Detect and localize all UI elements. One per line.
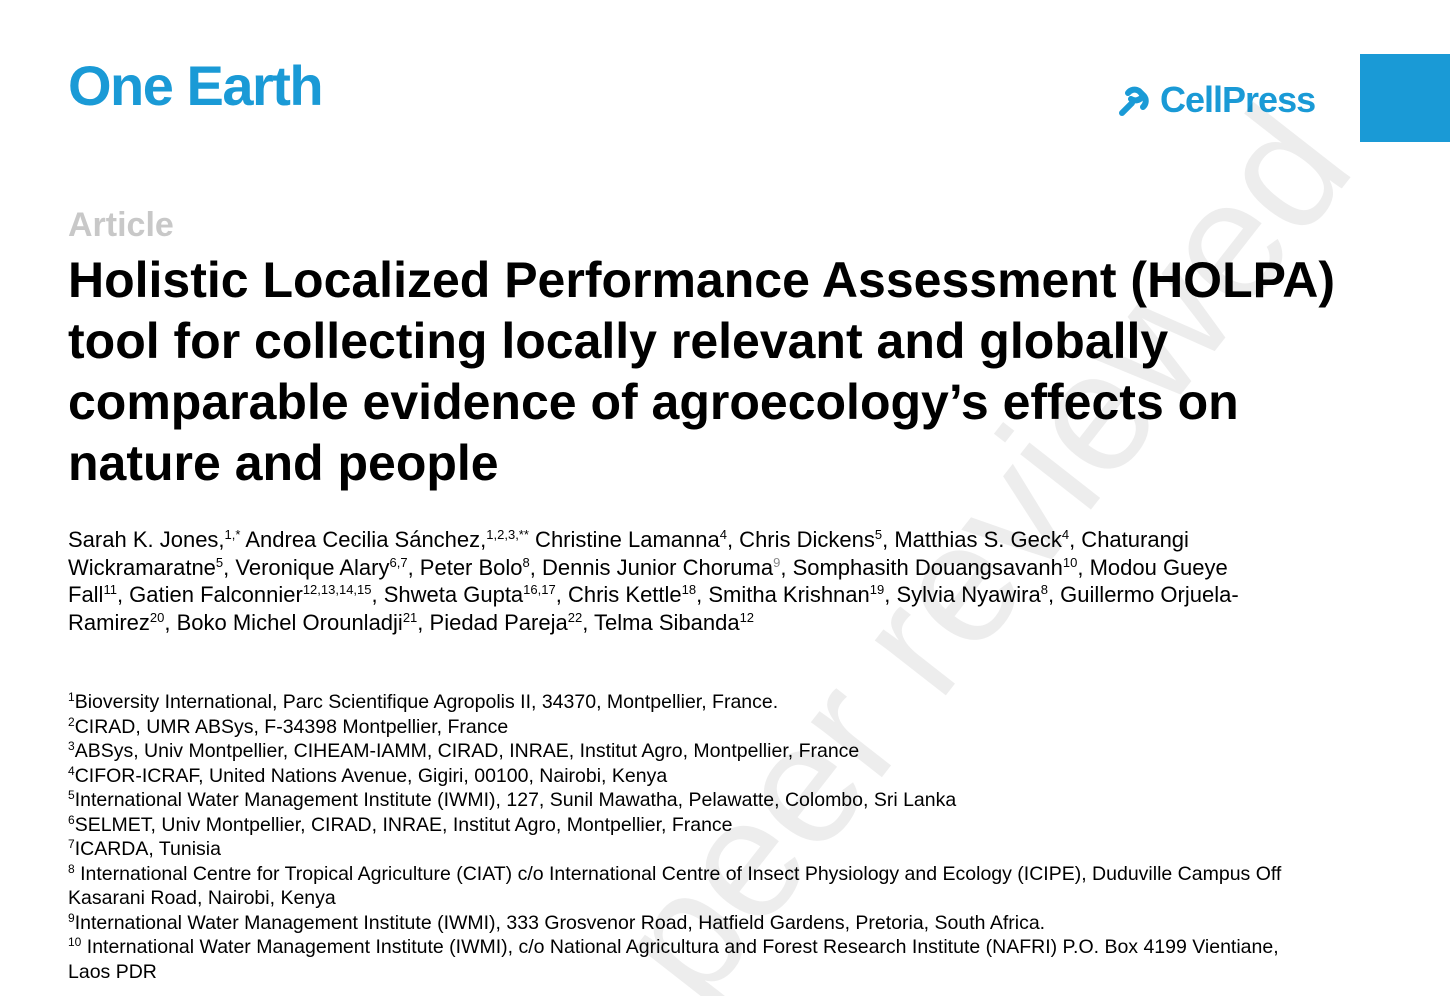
author-name: , Sylvia Nyawira (884, 582, 1041, 607)
affiliation-text: CIFOR-ICRAF, United Nations Avenue, Gigi… (74, 764, 668, 787)
author-affiliation-ref: 12 (739, 609, 755, 625)
affiliation-text: International Water Management Institute… (68, 936, 1279, 983)
author-affiliation-ref: 22 (567, 609, 583, 625)
affiliation-list: 1Bioversity International, Parc Scientif… (68, 690, 1308, 984)
affiliation-text: International Water Management Institute… (74, 911, 1046, 934)
author-affiliation-ref: 11 (103, 582, 117, 597)
affiliation-item: 3ABSys, Univ Montpellier, CIHEAM-IAMM, C… (68, 739, 1308, 764)
author-affiliation-ref: 4 (1061, 527, 1070, 542)
corner-accent-block (1360, 54, 1450, 142)
author-name: , Gatien Falconnier (116, 582, 303, 607)
author-name: , Piedad Pareja (417, 609, 568, 635)
author-name: , Shweta Gupta (371, 582, 524, 607)
publisher-name: CellPress (1160, 79, 1316, 120)
affiliation-text: ICARDA, Tunisia (74, 838, 221, 860)
author-affiliation-ref: 12,13,14,15 (302, 582, 372, 597)
affiliation-number: 9 (68, 910, 75, 925)
author-name: , Chris Kettle (555, 582, 682, 607)
affiliation-text: ABSys, Univ Montpellier, CIHEAM-IAMM, CI… (74, 740, 860, 762)
author-affiliation-ref: 1,* (224, 527, 241, 542)
author-affiliation-ref: 16,17 (523, 582, 556, 597)
affiliation-item: 1Bioversity International, Parc Scientif… (68, 690, 1308, 715)
author-list: Sarah K. Jones,1,* Andrea Cecilia Sánche… (68, 526, 1268, 636)
author-name: , Dennis Junior Choruma (529, 554, 774, 580)
affiliation-number: 5 (68, 788, 75, 802)
affiliation-item: 5International Water Management Institut… (68, 788, 1308, 813)
journal-name: One Earth (68, 54, 324, 117)
author-affiliation-ref: 20 (149, 609, 165, 625)
affiliation-text: CIRAD, UMR ABSys, F-34398 Montpellier, F… (74, 715, 509, 738)
affiliation-item: 9International Water Management Institut… (68, 911, 1308, 936)
author-affiliation-ref: 4 (719, 527, 727, 542)
author-affiliation-ref: 10 (1062, 554, 1078, 570)
affiliation-number: 2 (68, 714, 75, 729)
author-name: , Veronique Alary (223, 554, 390, 580)
affiliation-text: International Centre for Tropical Agricu… (68, 862, 1282, 910)
author-affiliation-ref: 18 (681, 582, 697, 597)
affiliation-text: SELMET, Univ Montpellier, CIRAD, INRAE, … (74, 813, 733, 836)
author-name: , Telma Sibanda (582, 609, 740, 635)
affiliation-number: 7 (68, 837, 75, 851)
affiliation-item: 6SELMET, Univ Montpellier, CIRAD, INRAE,… (68, 813, 1308, 838)
affiliation-item: 7ICARDA, Tunisia (68, 837, 1308, 862)
author-name: Sarah K. Jones, (68, 527, 225, 552)
author-name: , Matthias S. Geck (882, 527, 1062, 552)
author-name: , Peter Bolo (407, 554, 523, 580)
article-title: Holistic Localized Performance Assessmen… (68, 252, 1336, 491)
cellpress-logo: CellPress (1114, 78, 1316, 122)
affiliation-text: International Water Management Institute… (74, 789, 957, 811)
article-type-label: Article (68, 206, 174, 244)
author-name: , Smitha Krishnan (696, 582, 870, 607)
affiliation-item: 10 International Water Management Instit… (68, 935, 1308, 984)
author-affiliation-ref: 8 (1040, 582, 1048, 597)
author-affiliation-ref: 8 (522, 554, 530, 570)
affiliation-number: 6 (68, 812, 75, 827)
affiliation-number: 4 (68, 763, 75, 778)
author-name: , Boko Michel Orounladji (164, 609, 403, 635)
author-name: , Somphasith Douangsavanh (780, 554, 1063, 580)
affiliation-item: 8 International Centre for Tropical Agri… (68, 862, 1308, 911)
author-name: Christine Lamanna (528, 527, 720, 552)
affiliation-item: 4CIFOR-ICRAF, United Nations Avenue, Gig… (68, 764, 1308, 789)
affiliation-number: 3 (68, 739, 75, 753)
affiliation-number: 1 (68, 690, 75, 704)
affiliation-number: 8 (68, 861, 75, 876)
affiliation-text: Bioversity International, Parc Scientifi… (74, 691, 779, 713)
author-name: , Chris Dickens (726, 527, 875, 552)
author-affiliation-ref: 21 (402, 609, 418, 625)
affiliation-number: 10 (68, 935, 82, 949)
cellpress-chain-icon (1119, 86, 1149, 116)
author-name: Andrea Cecilia Sánchez, (240, 527, 487, 552)
affiliation-item: 2CIRAD, UMR ABSys, F-34398 Montpellier, … (68, 715, 1308, 740)
author-affiliation-ref: 1,2,3,** (486, 527, 529, 542)
author-affiliation-ref: 19 (869, 582, 885, 597)
author-affiliation-ref: 6,7 (389, 554, 408, 570)
